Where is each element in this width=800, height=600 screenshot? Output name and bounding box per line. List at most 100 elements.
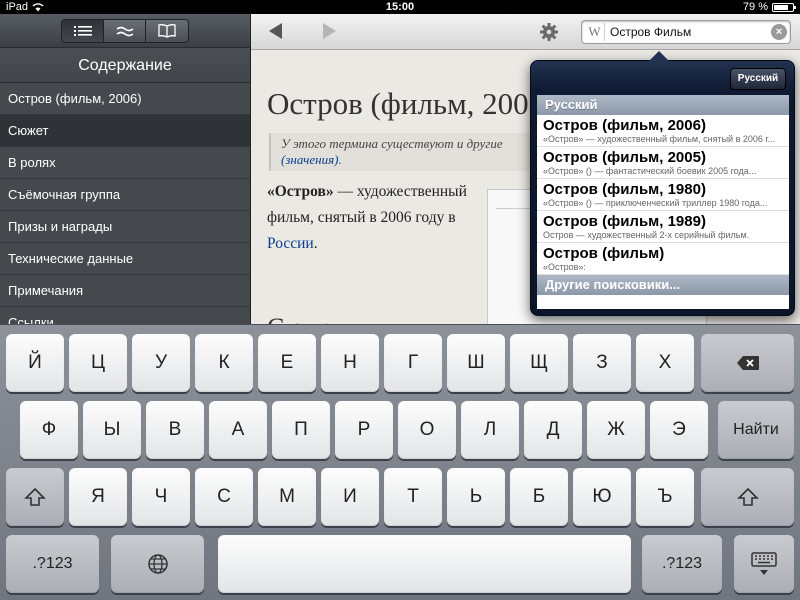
wikipedia-logo-icon: W [585, 23, 605, 41]
suggestion-subtitle: «Остров»: [543, 262, 586, 272]
key-letter[interactable]: Ы [83, 401, 141, 459]
shift-key-left[interactable] [6, 468, 64, 526]
key-letter[interactable]: Е [258, 334, 316, 392]
disambiguation-text: У этого термина существуют и другие [281, 136, 503, 151]
toc-item-title[interactable]: Остров (фильм, 2006) [0, 83, 250, 115]
russia-link[interactable]: России [267, 235, 314, 252]
key-letter[interactable]: Х [636, 334, 694, 392]
suggestion-title: Остров (фильм, 1980) [543, 181, 706, 198]
sidebar-toolbar [0, 14, 250, 48]
suggestion-title: Остров (фильм, 2005) [543, 149, 706, 166]
toc-item-tech-data[interactable]: Технические данные [0, 243, 250, 275]
suggestion-item[interactable]: Остров (фильм, 1980) «Остров» () — прикл… [537, 179, 789, 211]
main-toolbar: W × [251, 14, 800, 50]
disambiguation-link[interactable]: (значения) [281, 152, 338, 167]
clock: 15:00 [385, 1, 415, 13]
suggestion-title: Остров (фильм, 2006) [543, 117, 706, 134]
intro-end: . [313, 235, 318, 252]
suggestion-subtitle: «Остров» — художественный фильм, снятый … [543, 134, 776, 144]
list-view-button[interactable] [62, 19, 104, 42]
book-icon [158, 23, 176, 38]
hide-keyboard-key[interactable] [734, 535, 794, 593]
key-letter[interactable]: Й [6, 334, 64, 392]
suggestion-section-header: Русский [537, 95, 789, 115]
other-search-engines[interactable]: Другие поисковики... [537, 275, 789, 295]
section-heading: Сюжет [267, 313, 344, 324]
battery: 79 % [742, 0, 796, 14]
toc-item-notes[interactable]: Примечания [0, 275, 250, 307]
key-letter[interactable]: Ю [573, 468, 631, 526]
key-letter[interactable]: Ц [69, 334, 127, 392]
nearby-view-button[interactable] [104, 19, 146, 42]
battery-percent: 79 % [742, 1, 768, 13]
language-button[interactable]: Русский [730, 68, 786, 90]
suggestion-title: Остров (фильм) [543, 245, 665, 262]
key-letter[interactable]: А [209, 401, 267, 459]
globe-key[interactable] [111, 535, 204, 593]
forward-button[interactable] [323, 23, 336, 39]
key-letter[interactable]: Р [335, 401, 393, 459]
key-letter[interactable]: Т [384, 468, 442, 526]
key-letter[interactable]: Ч [132, 468, 190, 526]
disambiguation-end: . [338, 152, 342, 167]
suggestion-item[interactable]: Остров (фильм) «Остров»: [537, 243, 789, 275]
key-letter[interactable]: П [272, 401, 330, 459]
view-segmented-control [61, 18, 189, 43]
toc-item-awards[interactable]: Призы и награды [0, 211, 250, 243]
clear-search-button[interactable]: × [771, 24, 787, 40]
key-letter[interactable]: Щ [510, 334, 568, 392]
shift-key-right[interactable] [701, 468, 794, 526]
key-letter[interactable]: Ш [447, 334, 505, 392]
key-letter[interactable]: Ь [447, 468, 505, 526]
key-letter[interactable]: Б [510, 468, 568, 526]
onscreen-keyboard: Й Ц У К Е Н Г Ш Щ З Х Ф Ы В А П Р О Л Д … [0, 324, 800, 600]
key-letter[interactable]: К [195, 334, 253, 392]
toc-item-cast[interactable]: В ролях [0, 147, 250, 179]
suggestion-item[interactable]: Остров (фильм, 1989) Остров — художестве… [537, 211, 789, 243]
key-letter[interactable]: Л [461, 401, 519, 459]
back-button[interactable] [269, 23, 282, 39]
key-letter[interactable]: Ф [20, 401, 78, 459]
backspace-key[interactable] [701, 334, 794, 392]
key-letter[interactable]: С [195, 468, 253, 526]
intro-paragraph: «Остров» — художественный фильм, снятый … [267, 179, 472, 257]
key-letter[interactable]: Э [650, 401, 708, 459]
key-letter[interactable]: Я [69, 468, 127, 526]
key-letter[interactable]: Г [384, 334, 442, 392]
search-go-key[interactable]: Найти [718, 401, 794, 459]
key-letter[interactable]: Ъ [636, 468, 694, 526]
key-letter[interactable]: З [573, 334, 631, 392]
waves-icon [116, 26, 133, 36]
sidebar: Содержание Остров (фильм, 2006) Сюжет В … [0, 14, 250, 324]
search-box[interactable]: W × [581, 20, 791, 44]
suggestion-subtitle: Остров — художественный 2-х серийный фил… [543, 230, 750, 240]
article-title: Остров (фильм, 2006) [267, 86, 555, 121]
key-letter[interactable]: Д [524, 401, 582, 459]
key-letter[interactable]: В [146, 401, 204, 459]
space-key[interactable] [218, 535, 631, 593]
shift-icon [24, 487, 46, 506]
settings-button[interactable] [539, 22, 559, 42]
key-letter[interactable]: О [398, 401, 456, 459]
toc-list: Остров (фильм, 2006) Сюжет В ролях Съёмо… [0, 83, 250, 324]
key-letter[interactable]: У [132, 334, 190, 392]
gear-icon [540, 23, 558, 41]
disambiguation-note: У этого термина существуют и другие (зна… [269, 133, 559, 171]
suggestion-item[interactable]: Остров (фильм, 2006) «Остров» — художест… [537, 115, 789, 147]
suggestion-item[interactable]: Остров (фильм, 2005) «Остров» () — фанта… [537, 147, 789, 179]
key-letter[interactable]: Ж [587, 401, 645, 459]
key-letter[interactable]: И [321, 468, 379, 526]
bookmarks-view-button[interactable] [146, 19, 188, 42]
toc-item-plot[interactable]: Сюжет [0, 115, 250, 147]
toc-item-links[interactable]: Ссылки [0, 307, 250, 324]
search-input[interactable] [610, 23, 760, 41]
numbers-key-left[interactable]: .?123 [6, 535, 99, 593]
sidebar-title: Содержание [0, 48, 250, 83]
numbers-key-right[interactable]: .?123 [642, 535, 722, 593]
key-letter[interactable]: Н [321, 334, 379, 392]
suggestion-subtitle: «Остров» () — фантастический боевик 2005… [543, 166, 757, 176]
status-bar: iPad 15:00 79 % [0, 0, 800, 14]
key-letter[interactable]: М [258, 468, 316, 526]
globe-icon [147, 554, 168, 574]
toc-item-crew[interactable]: Съёмочная группа [0, 179, 250, 211]
